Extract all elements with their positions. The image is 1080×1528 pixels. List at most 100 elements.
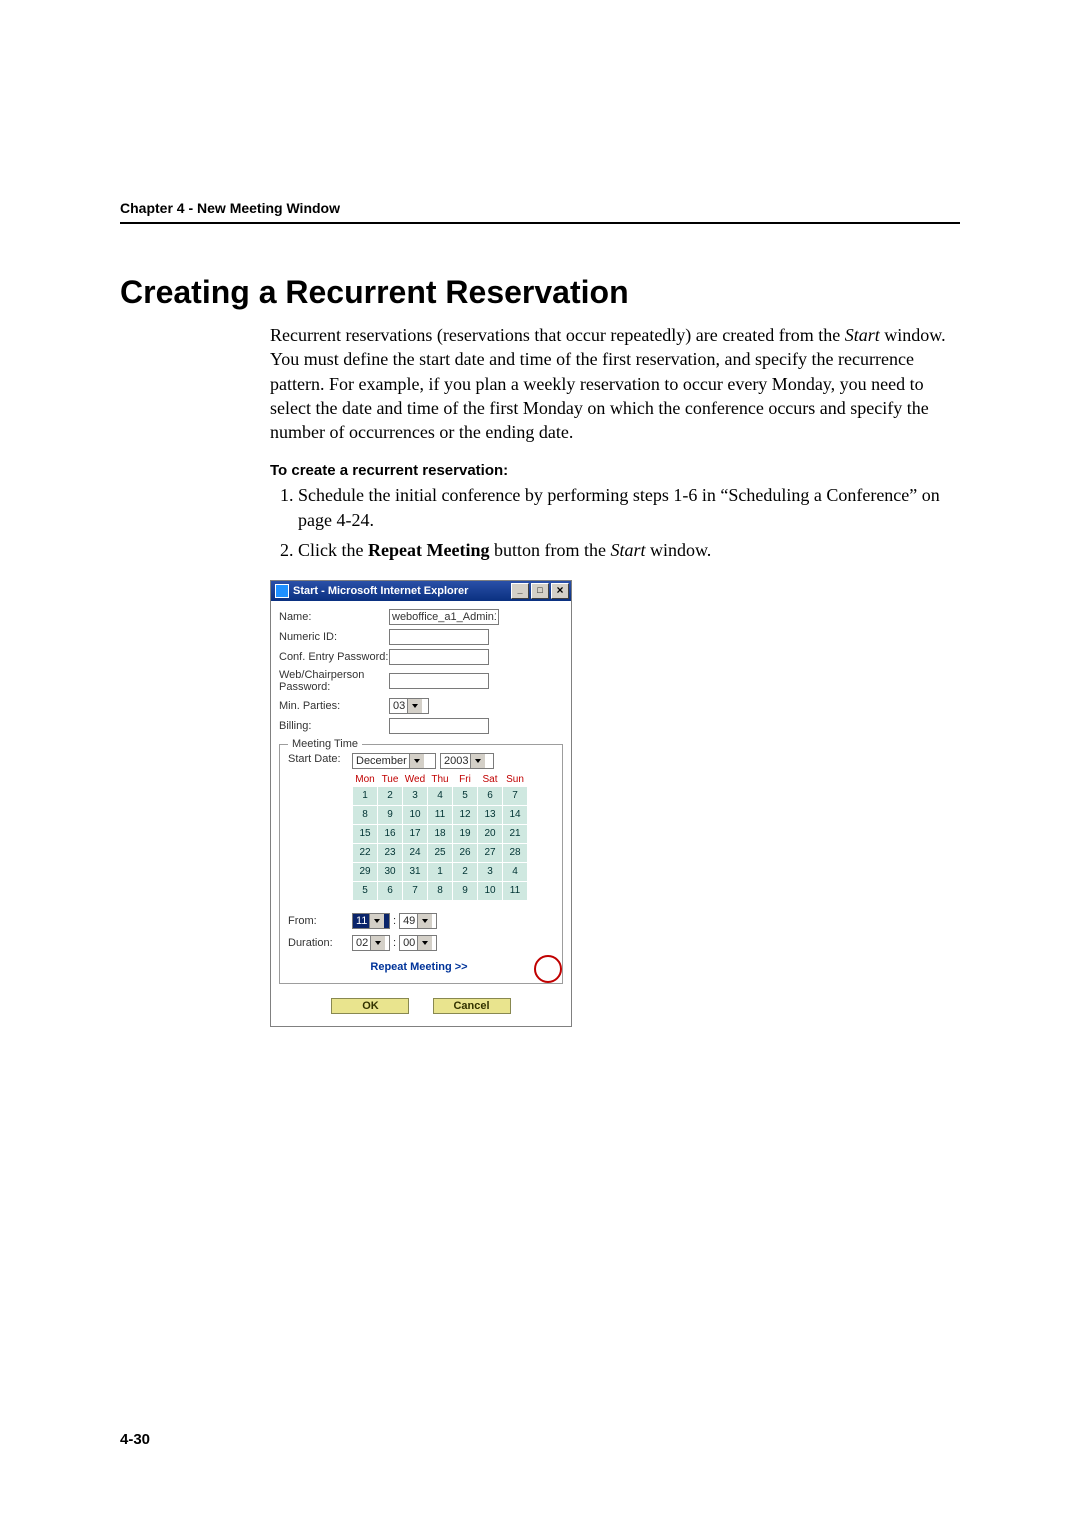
calendar-row: 567891011 bbox=[353, 881, 528, 900]
calendar-day-cell[interactable]: 28 bbox=[503, 843, 528, 862]
section-title: Creating a Recurrent Reservation bbox=[120, 274, 960, 311]
calendar-day-cell[interactable]: 12 bbox=[453, 805, 478, 824]
calendar-day-cell[interactable]: 5 bbox=[353, 881, 378, 900]
calendar-day-cell[interactable]: 9 bbox=[453, 881, 478, 900]
chevron-down-icon bbox=[369, 914, 384, 928]
close-button[interactable] bbox=[551, 583, 569, 599]
calendar-row: 22232425262728 bbox=[353, 843, 528, 862]
body-region: Recurrent reservations (reservations tha… bbox=[270, 323, 960, 562]
month-value: December bbox=[356, 755, 407, 767]
calendar-day-cell[interactable]: 6 bbox=[478, 786, 503, 805]
calendar-day-cell[interactable]: 1 bbox=[428, 862, 453, 881]
chevron-down-icon bbox=[470, 754, 485, 768]
calendar-day-header: Wed bbox=[403, 773, 428, 787]
calendar-day-cell[interactable]: 14 bbox=[503, 805, 528, 824]
time-colon: : bbox=[393, 937, 396, 949]
from-hour-select[interactable]: 11 bbox=[352, 913, 390, 929]
calendar-day-cell[interactable]: 17 bbox=[403, 824, 428, 843]
from-min-select[interactable]: 49 bbox=[399, 913, 437, 929]
page: Chapter 4 - New Meeting Window Creating … bbox=[0, 0, 1080, 1528]
calendar-day-cell[interactable]: 6 bbox=[378, 881, 403, 900]
calendar-day-cell[interactable]: 18 bbox=[428, 824, 453, 843]
calendar-day-cell[interactable]: 11 bbox=[428, 805, 453, 824]
billing-input[interactable] bbox=[389, 718, 489, 734]
calendar-day-cell[interactable]: 4 bbox=[503, 862, 528, 881]
calendar-day-cell[interactable]: 4 bbox=[428, 786, 453, 805]
meeting-time-legend: Meeting Time bbox=[288, 738, 362, 750]
calendar-day-cell[interactable]: 7 bbox=[403, 881, 428, 900]
calendar-day-cell[interactable]: 1 bbox=[353, 786, 378, 805]
calendar-day-cell[interactable]: 23 bbox=[378, 843, 403, 862]
calendar-day-cell[interactable]: 2 bbox=[378, 786, 403, 805]
calendar-day-cell[interactable]: 10 bbox=[403, 805, 428, 824]
calendar-day-cell[interactable]: 7 bbox=[503, 786, 528, 805]
calendar-day-cell[interactable]: 19 bbox=[453, 824, 478, 843]
calendar-day-cell[interactable]: 27 bbox=[478, 843, 503, 862]
duration-hour-select[interactable]: 02 bbox=[352, 935, 390, 951]
calendar-day-cell[interactable]: 31 bbox=[403, 862, 428, 881]
label-name: Name: bbox=[279, 611, 389, 623]
calendar-day-cell[interactable]: 24 bbox=[403, 843, 428, 862]
calendar-row: 1234567 bbox=[353, 786, 528, 805]
duration-min-value: 00 bbox=[403, 937, 415, 949]
year-select[interactable]: 2003 bbox=[440, 753, 494, 769]
chevron-down-icon bbox=[409, 754, 424, 768]
calendar-day-cell[interactable]: 29 bbox=[353, 862, 378, 881]
web-password-input[interactable] bbox=[389, 673, 489, 689]
month-select[interactable]: December bbox=[352, 753, 436, 769]
calendar-day-cell[interactable]: 30 bbox=[378, 862, 403, 881]
annotation-ellipse bbox=[534, 955, 562, 983]
ie-icon bbox=[275, 584, 289, 598]
intro-paragraph: Recurrent reservations (reservations tha… bbox=[270, 323, 960, 444]
step-1: Schedule the initial conference by perfo… bbox=[298, 483, 960, 532]
page-number: 4-30 bbox=[120, 1431, 150, 1448]
maximize-button[interactable] bbox=[531, 583, 549, 599]
chevron-down-icon bbox=[370, 936, 385, 950]
label-start-date: Start Date: bbox=[288, 753, 352, 765]
calendar-day-cell[interactable]: 16 bbox=[378, 824, 403, 843]
calendar-day-cell[interactable]: 3 bbox=[403, 786, 428, 805]
cancel-button[interactable]: Cancel bbox=[433, 998, 511, 1014]
minimize-button[interactable] bbox=[511, 583, 529, 599]
steps-list: Schedule the initial conference by perfo… bbox=[270, 483, 960, 562]
procedure-heading: To create a recurrent reservation: bbox=[270, 462, 960, 479]
calendar-row: 891011121314 bbox=[353, 805, 528, 824]
min-parties-select[interactable]: 03 bbox=[389, 698, 429, 714]
calendar-day-cell[interactable]: 9 bbox=[378, 805, 403, 824]
name-input[interactable] bbox=[389, 609, 499, 625]
dialog-title: Start - Microsoft Internet Explorer bbox=[293, 585, 509, 597]
duration-min-select[interactable]: 00 bbox=[399, 935, 437, 951]
duration-hour-value: 02 bbox=[356, 937, 368, 949]
from-min-value: 49 bbox=[403, 915, 415, 927]
calendar-day-cell[interactable]: 11 bbox=[503, 881, 528, 900]
calendar-day-cell[interactable]: 20 bbox=[478, 824, 503, 843]
calendar-day-cell[interactable]: 2 bbox=[453, 862, 478, 881]
calendar-day-cell[interactable]: 15 bbox=[353, 824, 378, 843]
calendar-day-cell[interactable]: 13 bbox=[478, 805, 503, 824]
calendar-day-cell[interactable]: 8 bbox=[353, 805, 378, 824]
conf-password-input[interactable] bbox=[389, 649, 489, 665]
step-2: Click the Repeat Meeting button from the… bbox=[298, 538, 960, 562]
calendar-day-header: Mon bbox=[353, 773, 378, 787]
calendar-day-cell[interactable]: 21 bbox=[503, 824, 528, 843]
calendar-day-cell[interactable]: 25 bbox=[428, 843, 453, 862]
from-hour-value: 11 bbox=[356, 915, 367, 927]
meeting-time-fieldset: Meeting Time Start Date: December 2003 bbox=[279, 744, 563, 984]
calendar-day-cell[interactable]: 3 bbox=[478, 862, 503, 881]
calendar-day-cell[interactable]: 5 bbox=[453, 786, 478, 805]
calendar-day-cell[interactable]: 8 bbox=[428, 881, 453, 900]
calendar-day-header: Sun bbox=[503, 773, 528, 787]
label-billing: Billing: bbox=[279, 720, 389, 732]
numeric-id-input[interactable] bbox=[389, 629, 489, 645]
chapter-header: Chapter 4 - New Meeting Window bbox=[120, 200, 960, 216]
calendar-day-cell[interactable]: 26 bbox=[453, 843, 478, 862]
label-numeric-id: Numeric ID: bbox=[279, 631, 389, 643]
chevron-down-icon bbox=[407, 699, 422, 713]
repeat-meeting-link[interactable]: Repeat Meeting >> bbox=[370, 961, 467, 973]
calendar-day-cell[interactable]: 10 bbox=[478, 881, 503, 900]
label-from: From: bbox=[288, 915, 352, 927]
year-value: 2003 bbox=[444, 755, 468, 767]
calendar-day-cell[interactable]: 22 bbox=[353, 843, 378, 862]
chevron-down-icon bbox=[417, 914, 432, 928]
ok-button[interactable]: OK bbox=[331, 998, 409, 1014]
